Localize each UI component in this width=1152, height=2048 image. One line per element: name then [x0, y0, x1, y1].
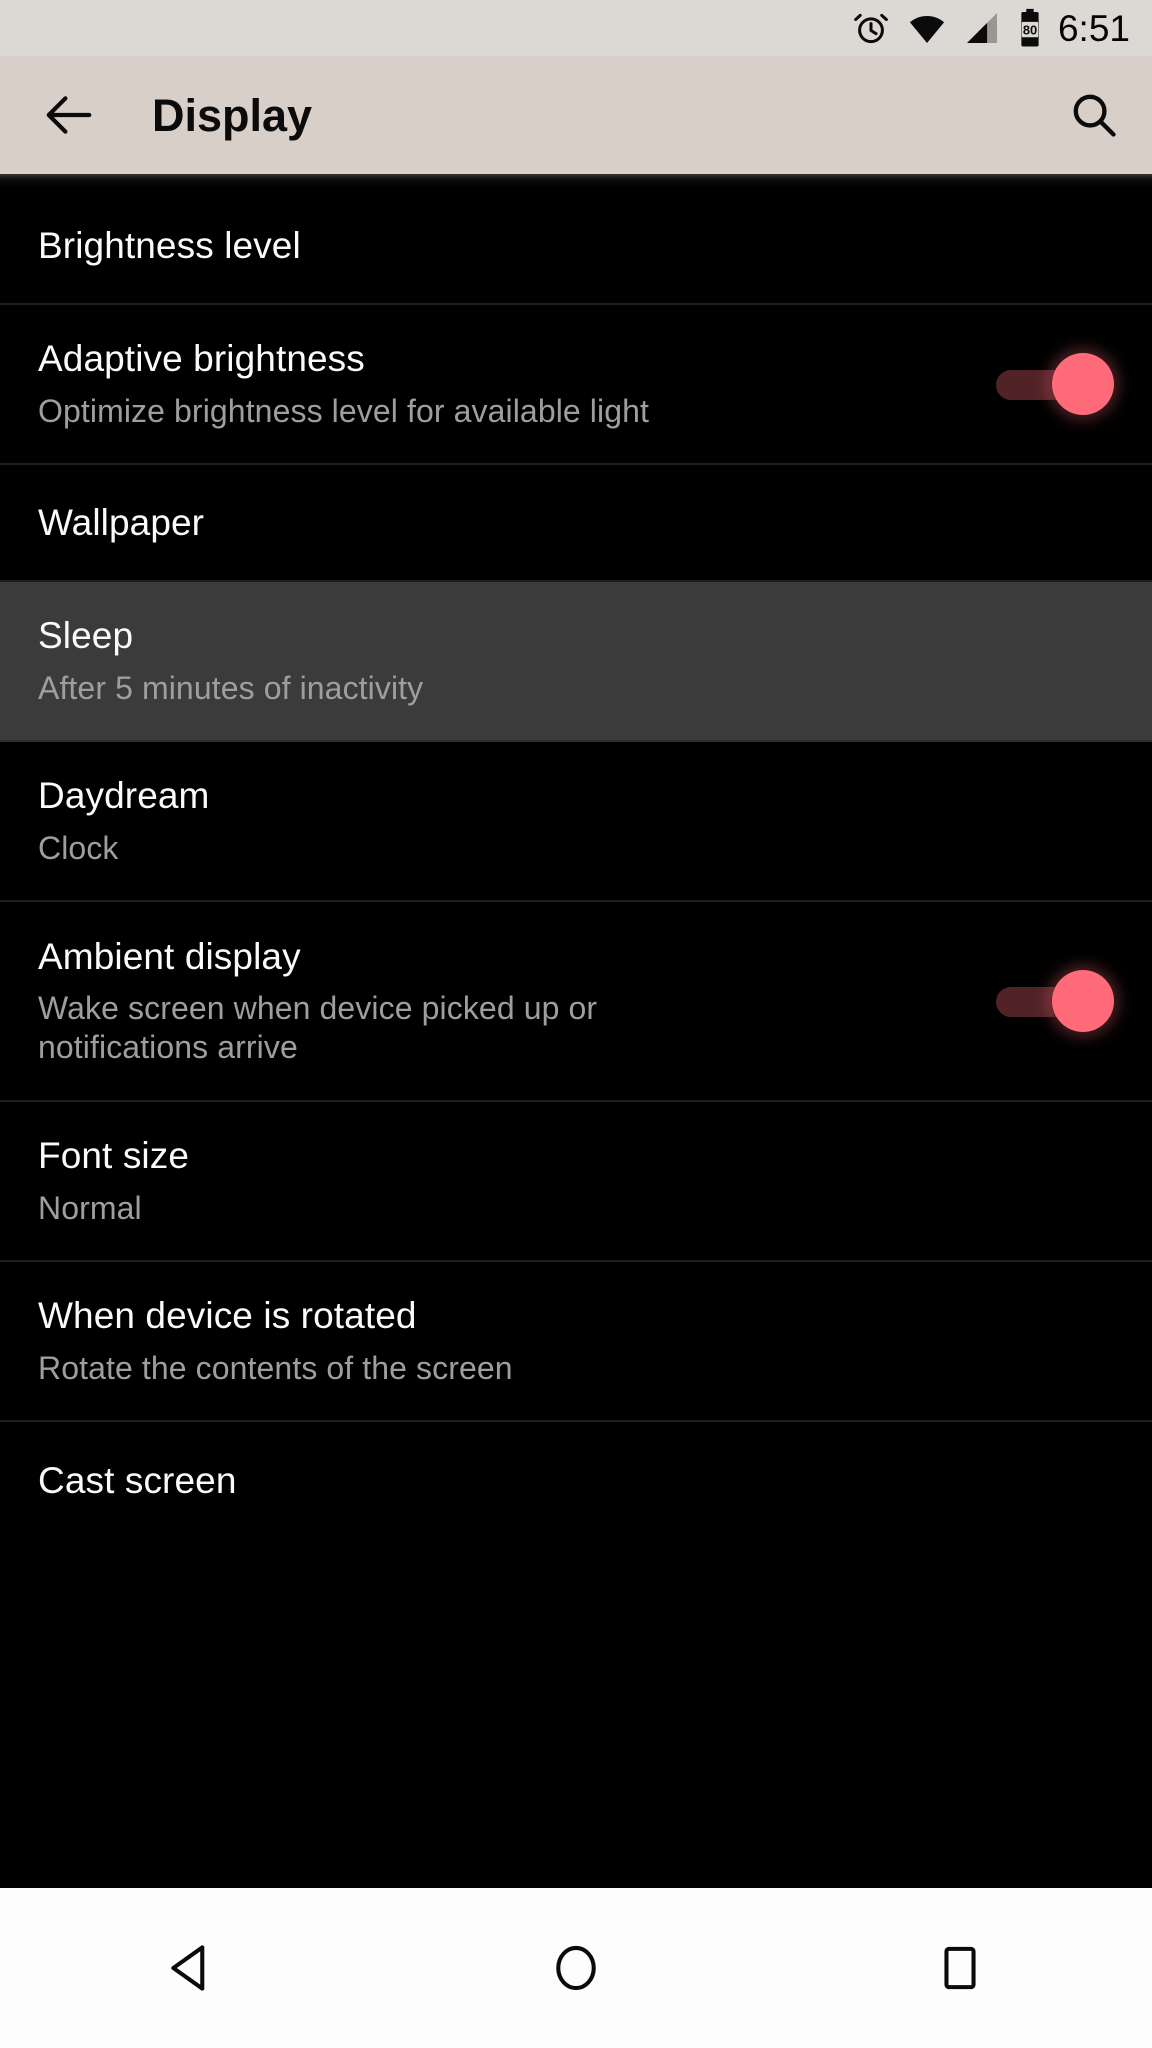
status-bar: 80 6:51 [0, 0, 1152, 56]
row-text-block: Wallpaper [38, 502, 1114, 543]
wifi-icon [909, 15, 945, 44]
row-title: Brightness level [38, 224, 301, 266]
nav-home-button[interactable] [516, 1908, 636, 2028]
row-text-block: Cast screen [38, 1460, 1114, 1501]
nav-recents-button[interactable] [900, 1908, 1020, 2028]
row-summary: Optimize brightness level for available … [38, 392, 650, 429]
page-title: Display [152, 89, 313, 141]
row-text-block: Font size Normal [38, 1135, 1114, 1227]
nav-back-icon [171, 1945, 205, 1991]
row-text-block: Sleep After 5 minutes of inactivity [38, 615, 1114, 707]
row-text-block: Daydream Clock [38, 775, 1114, 867]
search-icon [1073, 94, 1116, 137]
settings-row-brightness-level[interactable]: Brightness level [0, 188, 1152, 305]
row-title: When device is rotated [38, 1295, 417, 1337]
battery-level-text: 80 [1023, 22, 1037, 37]
nav-recents-icon [944, 1946, 976, 1990]
row-summary: After 5 minutes of inactivity [38, 669, 424, 706]
row-summary: Wake screen when device picked up or not… [38, 990, 598, 1065]
switch-thumb [1052, 353, 1114, 415]
row-title: Adaptive brightness [38, 338, 365, 380]
app-toolbar: Display [0, 56, 1152, 174]
row-text-block: Ambient display Wake screen when device … [38, 936, 996, 1066]
settings-row-ambient-display[interactable]: Ambient display Wake screen when device … [0, 902, 1152, 1102]
back-button[interactable] [38, 84, 100, 146]
alarm-icon [854, 13, 888, 44]
system-navigation-bar [0, 1888, 1152, 2048]
status-bar-clock: 6:51 [1057, 7, 1130, 49]
nav-home-icon [556, 1945, 596, 1991]
settings-list: Brightness level Adaptive brightness Opt… [0, 188, 1152, 1888]
row-summary: Rotate the contents of the screen [38, 1349, 513, 1386]
row-title: Ambient display [38, 935, 301, 977]
row-text-block: Adaptive brightness Optimize brightness … [38, 338, 996, 430]
switch-thumb [1052, 970, 1114, 1032]
row-summary: Clock [38, 829, 119, 866]
back-arrow-icon [46, 96, 92, 134]
row-title: Daydream [38, 775, 210, 817]
row-text-block: Brightness level [38, 225, 1114, 266]
settings-row-font-size[interactable]: Font size Normal [0, 1102, 1152, 1262]
search-button[interactable] [1062, 83, 1126, 147]
row-summary: Normal [38, 1189, 142, 1226]
settings-row-adaptive-brightness[interactable]: Adaptive brightness Optimize brightness … [0, 305, 1152, 465]
android-display-settings-screen: 80 6:51 Display Brightness level Adaptiv… [0, 0, 1152, 2048]
adaptive-brightness-switch[interactable] [996, 353, 1114, 415]
row-title: Font size [38, 1135, 190, 1177]
row-title: Cast screen [38, 1459, 237, 1501]
row-title: Wallpaper [38, 501, 205, 543]
settings-row-sleep[interactable]: Sleep After 5 minutes of inactivity [0, 582, 1152, 742]
row-text-block: When device is rotated Rotate the conten… [38, 1295, 1114, 1387]
cellular-signal-icon [966, 13, 997, 43]
toolbar-shadow [0, 174, 1152, 188]
status-bar-icons: 80 [852, 8, 1043, 48]
settings-row-when-device-is-rotated[interactable]: When device is rotated Rotate the conten… [0, 1262, 1152, 1422]
ambient-display-switch[interactable] [996, 970, 1114, 1032]
row-title: Sleep [38, 615, 134, 657]
battery-icon: 80 [1021, 8, 1039, 47]
settings-row-wallpaper[interactable]: Wallpaper [0, 465, 1152, 582]
settings-row-daydream[interactable]: Daydream Clock [0, 742, 1152, 902]
settings-row-cast-screen[interactable]: Cast screen [0, 1422, 1152, 1539]
nav-back-button[interactable] [132, 1908, 252, 2028]
